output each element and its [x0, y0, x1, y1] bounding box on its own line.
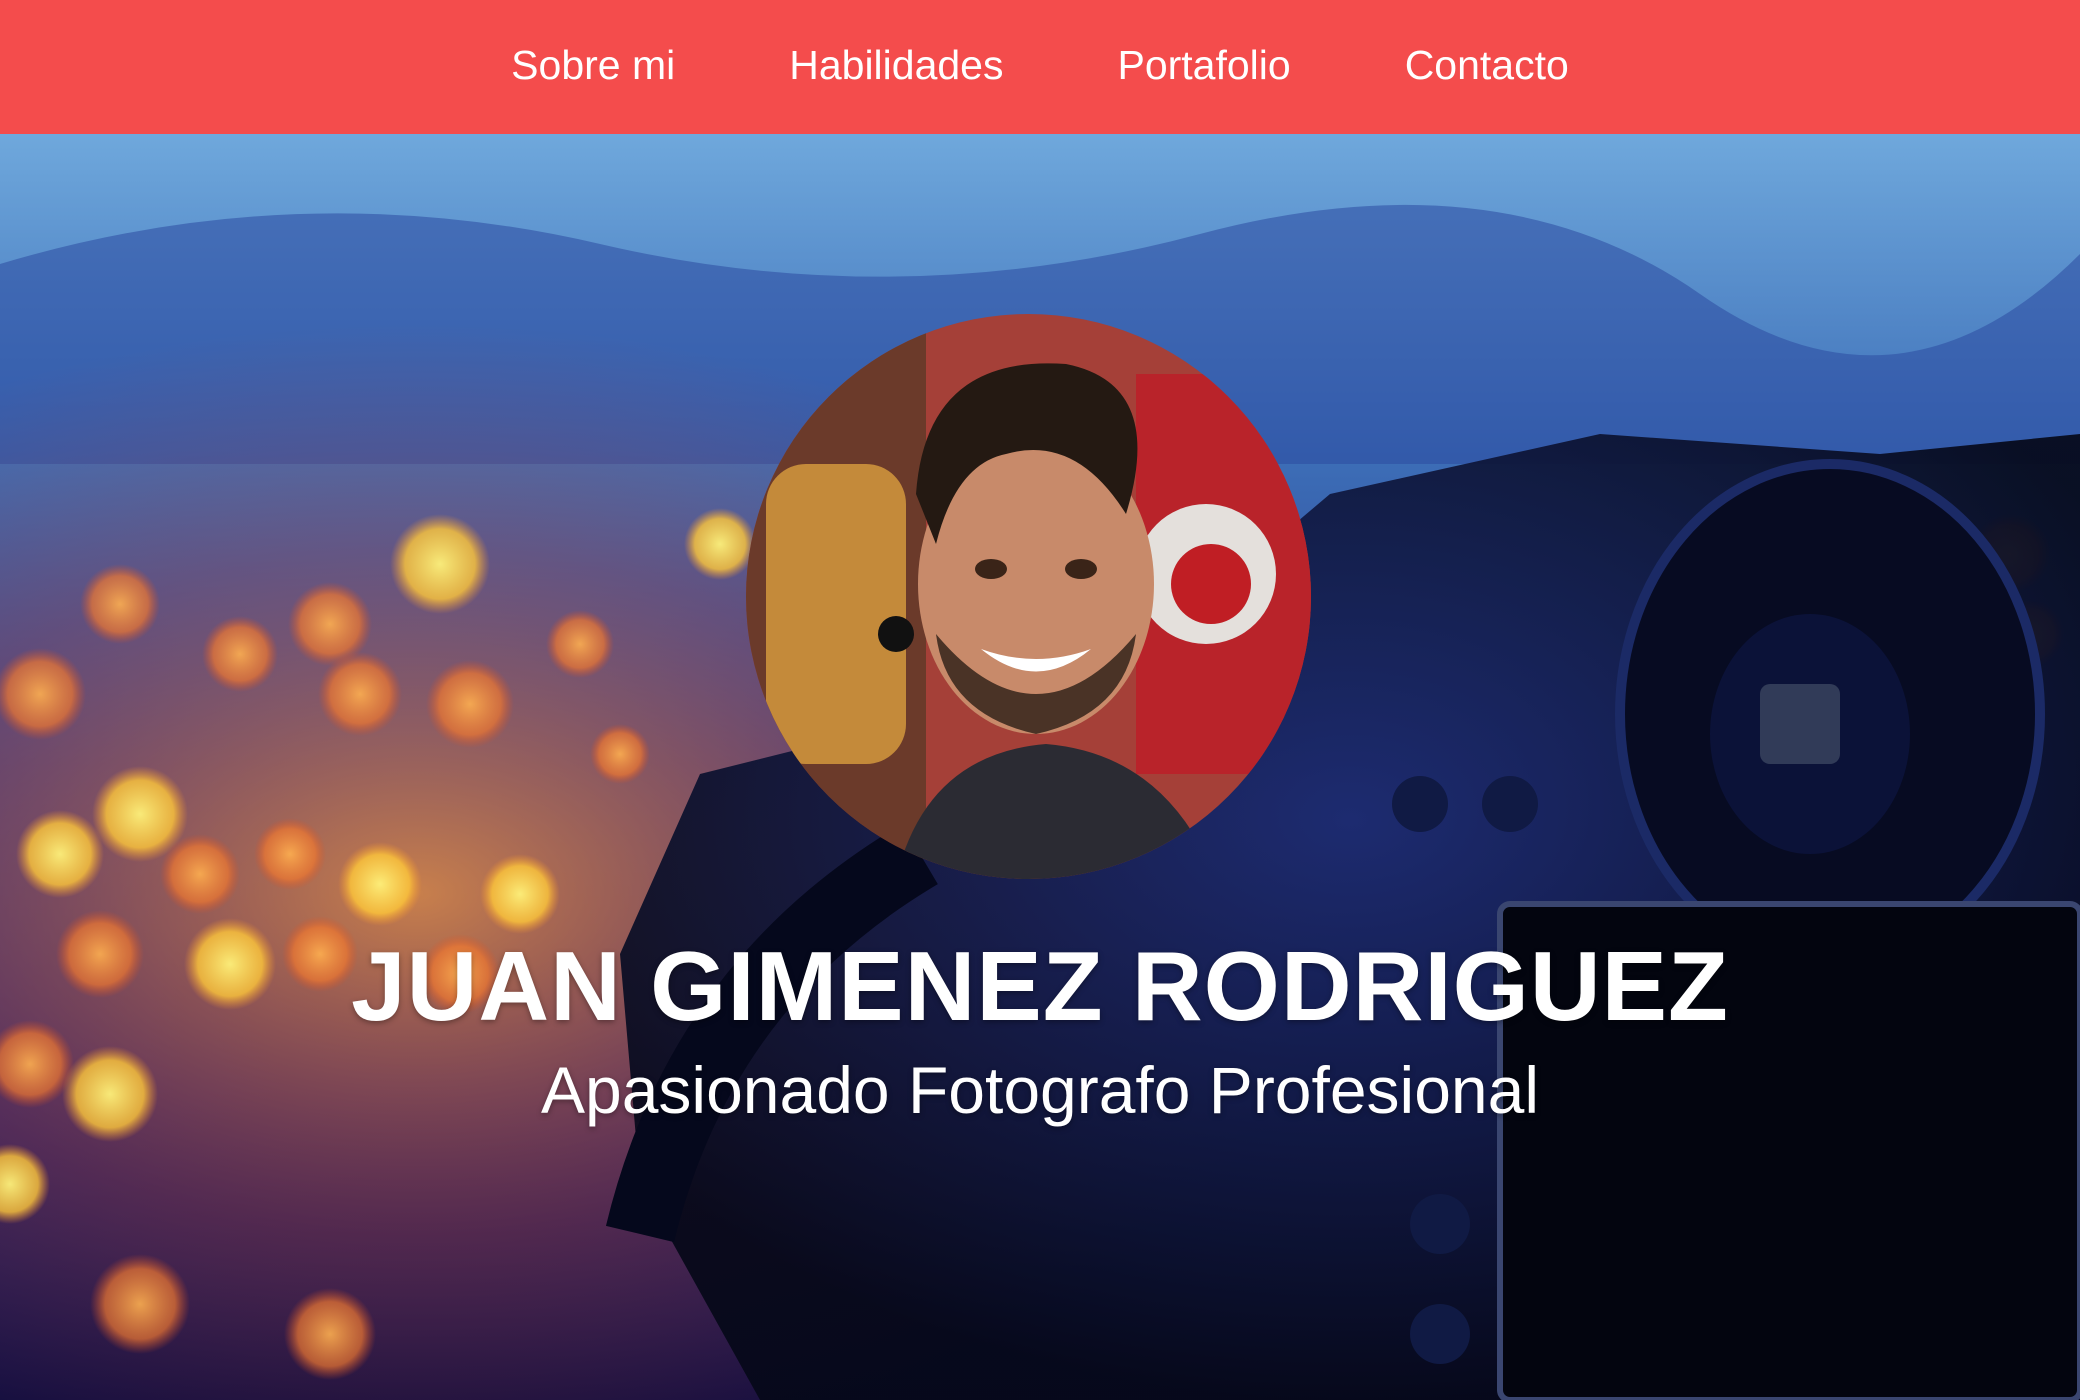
- profile-tagline: Apasionado Fotografo Profesional: [541, 1053, 1539, 1127]
- nav-link-contacto[interactable]: Contacto: [1348, 42, 1626, 88]
- hero-section: JUAN GIMENEZ RODRIGUEZ Apasionado Fotogr…: [0, 134, 2080, 1400]
- nav-link-portafolio[interactable]: Portafolio: [1060, 42, 1347, 88]
- profile-name: JUAN GIMENEZ RODRIGUEZ: [351, 931, 1729, 1041]
- profile-portrait-image: [746, 314, 1311, 879]
- nav-menu: Sobre mi Habilidades Portafolio Contacto: [454, 44, 1626, 88]
- profile-photo: [746, 314, 1311, 879]
- top-navbar: Sobre mi Habilidades Portafolio Contacto: [0, 0, 2080, 134]
- nav-link-habilidades[interactable]: Habilidades: [732, 42, 1060, 88]
- nav-link-sobre-mi[interactable]: Sobre mi: [454, 42, 732, 88]
